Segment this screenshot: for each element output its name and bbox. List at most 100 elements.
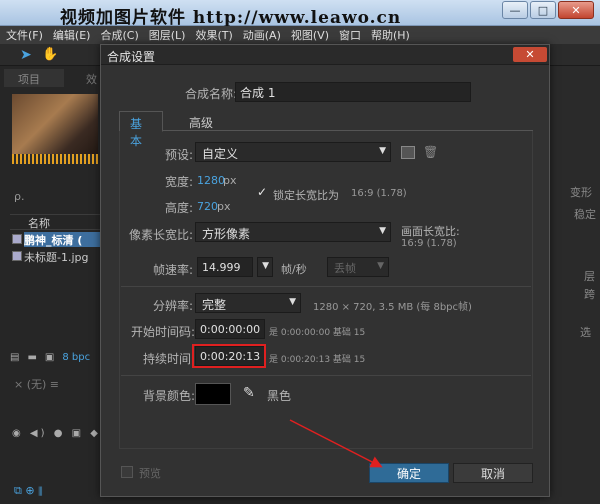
tab-project[interactable]: 项目 bbox=[4, 69, 64, 87]
project-footer: ▤ ▬ ▣ 8 bpc bbox=[10, 352, 90, 363]
tab-advanced[interactable]: 高级 bbox=[179, 111, 223, 132]
menu-animation[interactable]: 动画(A) bbox=[243, 27, 281, 43]
lock-icon[interactable]: ▣ bbox=[72, 428, 84, 439]
timeline-tab[interactable]: × (无) ≡ bbox=[14, 376, 59, 392]
settings-tabs: 基本 高级 bbox=[119, 111, 533, 148]
tab-basic[interactable]: 基本 bbox=[119, 111, 163, 148]
menu-composition[interactable]: 合成(C) bbox=[100, 27, 138, 43]
bpc-indicator[interactable]: 8 bpc bbox=[62, 352, 90, 363]
new-composition-icon[interactable]: ▣ bbox=[45, 352, 54, 363]
height-value[interactable]: 720 bbox=[197, 200, 218, 213]
start-timecode-info: 是 0:00:00:00 基础 15 bbox=[269, 328, 366, 338]
eyedropper-icon[interactable]: ✎ bbox=[243, 385, 255, 401]
cancel-button[interactable]: 取消 bbox=[453, 463, 533, 483]
audio-icon[interactable]: ◀) bbox=[30, 428, 48, 439]
height-label: 高度: bbox=[165, 201, 194, 215]
pixel-aspect-label: 像素长宽比: bbox=[129, 228, 194, 242]
frame-rate-input[interactable] bbox=[197, 257, 253, 277]
menu-effect[interactable]: 效果(T) bbox=[195, 27, 232, 43]
column-header-name[interactable]: 名称 bbox=[10, 214, 110, 230]
toggle-switches-icon[interactable]: ⧉ bbox=[14, 484, 22, 497]
chevron-down-icon: ▼ bbox=[377, 261, 384, 271]
duration-highlight bbox=[192, 344, 266, 368]
watermark-text: 视频加图片软件 http://www.leawo.cn bbox=[60, 8, 402, 28]
window-controls: — □ ✕ bbox=[502, 1, 594, 19]
span-label: 跨 bbox=[584, 288, 595, 301]
layer-label: 层 bbox=[584, 270, 595, 283]
lock-aspect-ratio: 16:9 (1.78) bbox=[351, 188, 407, 199]
pixel-aspect-value: 方形像素 bbox=[202, 227, 251, 241]
background-color-label: 背景颜色: bbox=[143, 389, 196, 403]
solo-icon[interactable]: ● bbox=[54, 428, 66, 439]
resolution-value: 完整 bbox=[202, 298, 227, 312]
dialog-close-button[interactable]: ✕ bbox=[513, 47, 547, 62]
menu-bar: 文件(F) 编辑(E) 合成(C) 图层(L) 效果(T) 动画(A) 视图(V… bbox=[0, 26, 600, 44]
frame-aspect-label: 画面长宽比: bbox=[401, 225, 460, 238]
width-unit: px bbox=[223, 174, 237, 187]
chevron-down-icon: ▼ bbox=[379, 146, 386, 156]
menu-file[interactable]: 文件(F) bbox=[6, 27, 43, 43]
minimize-button[interactable]: — bbox=[502, 1, 528, 19]
duration-info: 是 0:00:20:13 基础 15 bbox=[269, 355, 366, 365]
chevron-down-icon: ▼ bbox=[262, 261, 269, 271]
tracker-stabilize-label[interactable]: 稳定 bbox=[574, 206, 596, 222]
tab-effects[interactable]: 效 bbox=[86, 71, 97, 87]
start-timecode-input[interactable] bbox=[195, 319, 265, 339]
ok-button[interactable]: 确定 bbox=[369, 463, 449, 483]
background-color-name: 黑色 bbox=[267, 389, 292, 403]
footage-thumbnail bbox=[12, 94, 98, 164]
lock-aspect-label: 锁定长宽比为 bbox=[273, 189, 339, 202]
frame-rate-unit: 帧/秒 bbox=[281, 263, 307, 276]
frame-rate-dropdown[interactable]: ▼ bbox=[257, 257, 273, 277]
window-titlebar: 视频加图片软件 http://www.leawo.cn — □ ✕ bbox=[0, 0, 600, 28]
timeline-footer-icons: ⧉ ⊕ ⫴ bbox=[14, 484, 43, 498]
selection-tool-icon[interactable]: ➤ bbox=[20, 47, 32, 63]
list-item[interactable]: 未标题-1.jpg bbox=[24, 249, 110, 264]
save-preset-icon[interactable] bbox=[401, 146, 415, 159]
trash-icon[interactable]: 🗑 bbox=[423, 145, 438, 159]
project-panel: 项目 效 ρ. 名称 鹏神_标清 ( 未标题-1.jpg ▤ ▬ ▣ 8 bpc… bbox=[0, 66, 110, 504]
comp-name-input[interactable] bbox=[235, 82, 471, 102]
new-folder-icon[interactable]: ▬ bbox=[27, 352, 36, 363]
section-divider bbox=[121, 286, 531, 287]
resolution-info: 1280 × 720, 3.5 MB (每 8bpc帧) bbox=[313, 302, 472, 313]
tracker-warp-label[interactable]: 变形 bbox=[570, 184, 592, 200]
select-label: 选 bbox=[580, 326, 591, 339]
section-divider bbox=[121, 375, 531, 376]
pixel-aspect-dropdown[interactable]: 方形像素 ▼ bbox=[195, 222, 391, 242]
preset-dropdown[interactable]: 自定义 ▼ bbox=[195, 142, 391, 162]
interpret-footage-icon[interactable]: ▤ bbox=[10, 352, 19, 363]
preview-checkbox[interactable] bbox=[121, 466, 133, 478]
layer-switches: ◉ ◀) ● ▣ ◆ bbox=[12, 428, 101, 439]
hand-tool-icon[interactable]: ✋ bbox=[42, 47, 58, 62]
comp-name-label: 合成名称: bbox=[185, 87, 238, 101]
width-value[interactable]: 1280 bbox=[197, 174, 225, 187]
close-window-button[interactable]: ✕ bbox=[558, 1, 594, 19]
preview-label: 预览 bbox=[139, 467, 161, 480]
list-item[interactable]: 鹏神_标清 ( bbox=[24, 232, 110, 247]
menu-view[interactable]: 视图(V) bbox=[291, 27, 329, 43]
menu-edit[interactable]: 编辑(E) bbox=[53, 27, 91, 43]
footage-file-icon bbox=[12, 234, 22, 244]
start-timecode-label: 开始时间码: bbox=[131, 325, 196, 339]
resolution-dropdown[interactable]: 完整 ▼ bbox=[195, 293, 301, 313]
project-search-input[interactable]: ρ. bbox=[14, 190, 24, 203]
width-label: 宽度: bbox=[165, 175, 194, 189]
image-file-icon bbox=[12, 251, 22, 261]
preset-label: 预设: bbox=[165, 148, 194, 162]
background-color-swatch[interactable] bbox=[195, 383, 231, 405]
menu-layer[interactable]: 图层(L) bbox=[149, 27, 186, 43]
dialog-title: 合成设置 bbox=[101, 45, 549, 65]
modes-icon[interactable]: ⊕ bbox=[25, 484, 34, 497]
duration-label: 持续时间: bbox=[143, 352, 196, 366]
drop-frame-dropdown[interactable]: 丢帧 ▼ bbox=[327, 257, 389, 277]
resolution-label: 分辨率: bbox=[153, 299, 194, 313]
frame-rate-label: 帧速率: bbox=[153, 263, 194, 277]
graph-icon[interactable]: ⫴ bbox=[38, 484, 43, 497]
lock-aspect-checkbox[interactable]: ✓ bbox=[257, 185, 267, 199]
menu-window[interactable]: 窗口 bbox=[339, 27, 361, 43]
menu-help[interactable]: 帮助(H) bbox=[371, 27, 410, 43]
frame-aspect-value: 16:9 (1.78) bbox=[401, 238, 457, 249]
eye-icon[interactable]: ◉ bbox=[12, 428, 24, 439]
maximize-button[interactable]: □ bbox=[530, 1, 556, 19]
